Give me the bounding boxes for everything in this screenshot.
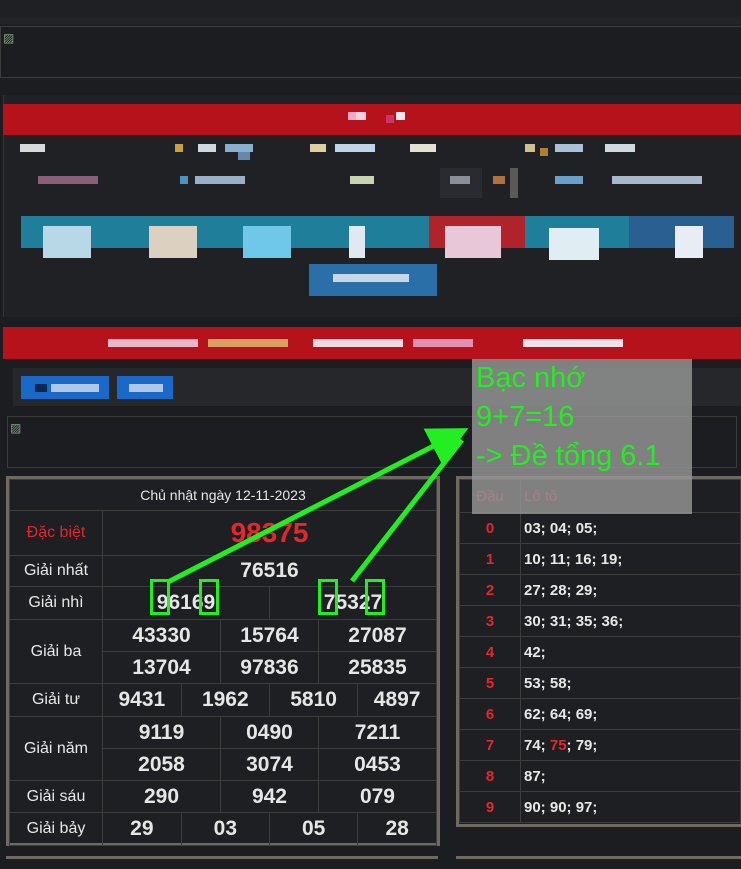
annotation-arrows bbox=[166, 428, 469, 585]
arrow-line bbox=[166, 428, 469, 585]
